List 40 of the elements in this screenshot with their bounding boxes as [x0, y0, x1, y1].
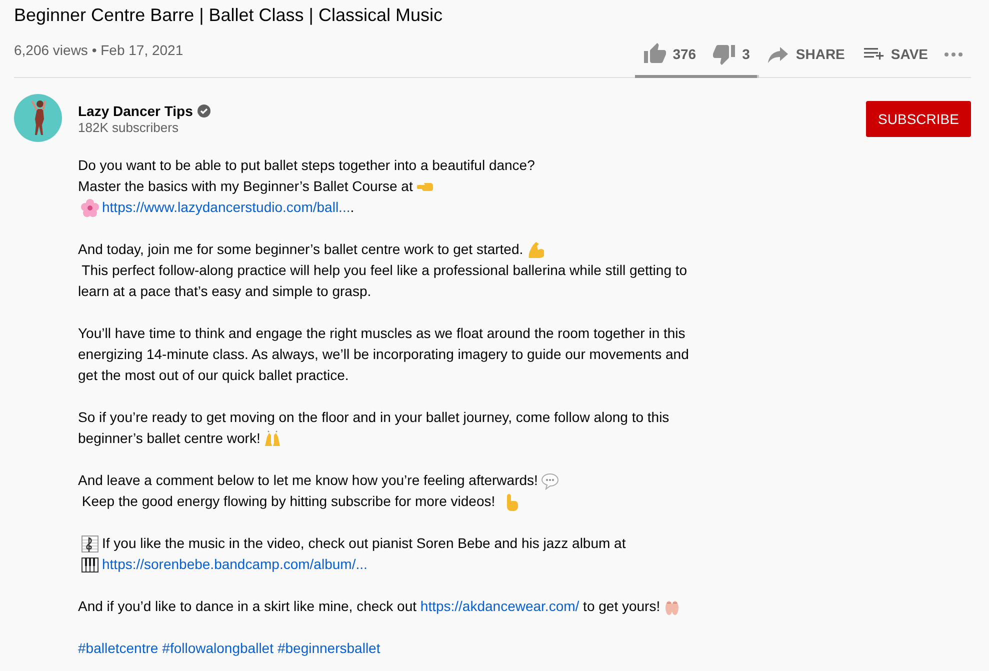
description-text: learn at a pace that’s easy and simple to grasp. — [78, 282, 372, 301]
description-text: beginner’s ballet centre work! — [78, 429, 260, 448]
description-text: Do you want to be able to put ballet steps together into a beautiful dance? — [78, 156, 535, 175]
channel-name[interactable]: Lazy Dancer Tips — [78, 102, 193, 120]
description-text: https://www.lazydancerstudio.com/ball.... — [102, 198, 354, 217]
description-text: You’ll have time to think and engage the right muscles as we float around the room together in this — [78, 324, 686, 343]
description-text: If you like the music in the video, check out pianist Soren Bebe and his jazz album at — [102, 534, 626, 553]
description-text: get the most out of our quick ballet practice. — [78, 366, 349, 385]
view-count-date: 6,206 views • Feb 17, 2021 — [14, 42, 184, 58]
description-text: This perfect follow-along practice will help you feel like a professional ballerina while still getting to — [80, 261, 688, 280]
description-text: Keep the good energy flowing by hitting subscribe for more videos! — [80, 492, 496, 511]
link[interactable]: https://akdancewear.com/ — [420, 598, 580, 614]
link[interactable]: #beginnersballet — [277, 638, 380, 659]
more-icon — [944, 52, 963, 56]
link[interactable]: https://www.lazydancerstudio.com/ball... — [102, 199, 350, 215]
subscribe-button[interactable]: SUBSCRIBE — [866, 101, 971, 137]
flexed-arm-icon — [526, 240, 544, 258]
music-score-icon — [81, 534, 99, 552]
description-text: So if you’re ready to get moving on the floor and in your ballet journey, come follow along to this — [78, 408, 670, 427]
like-button[interactable]: 376 — [634, 36, 704, 72]
channel-avatar[interactable] — [14, 94, 62, 142]
subscriber-count: 182K subscribers — [78, 120, 180, 136]
description-text: And leave a comment below to let me know how you’re feeling afterwards! — [78, 471, 538, 490]
description-text: And if you’d like to dance in a skirt like mine, check out https://akdancewear.com/ to get yours! — [78, 597, 660, 616]
description-text: And today, join me for some beginner’s ballet centre work to get started. — [78, 240, 524, 259]
piano-keys-icon — [81, 556, 99, 574]
link[interactable]: #balletcentre — [78, 638, 158, 659]
speech-bubble-icon — [540, 472, 559, 490]
save-button[interactable]: SAVE — [852, 36, 936, 72]
link[interactable]: #followalongballet — [162, 638, 274, 659]
description-text: Master the basics with my Beginner’s Ballet Course at — [78, 177, 413, 196]
thumbs-up-icon — [642, 42, 667, 66]
link[interactable]: https://sorenbebe.bandcamp.com/album/... — [102, 554, 368, 575]
video-title: Beginner Centre Barre | Ballet Class | Classical Music — [14, 4, 444, 27]
flower-icon — [81, 198, 99, 216]
raised-hands-icon — [263, 430, 282, 448]
share-button[interactable]: SHARE — [758, 36, 853, 72]
dislike-button[interactable]: 3 — [704, 36, 758, 72]
description-text: energizing 14-minute class. As always, we’ll be incorporating imagery to guide our movements and — [78, 345, 689, 364]
thumbs-down-icon — [712, 42, 736, 66]
